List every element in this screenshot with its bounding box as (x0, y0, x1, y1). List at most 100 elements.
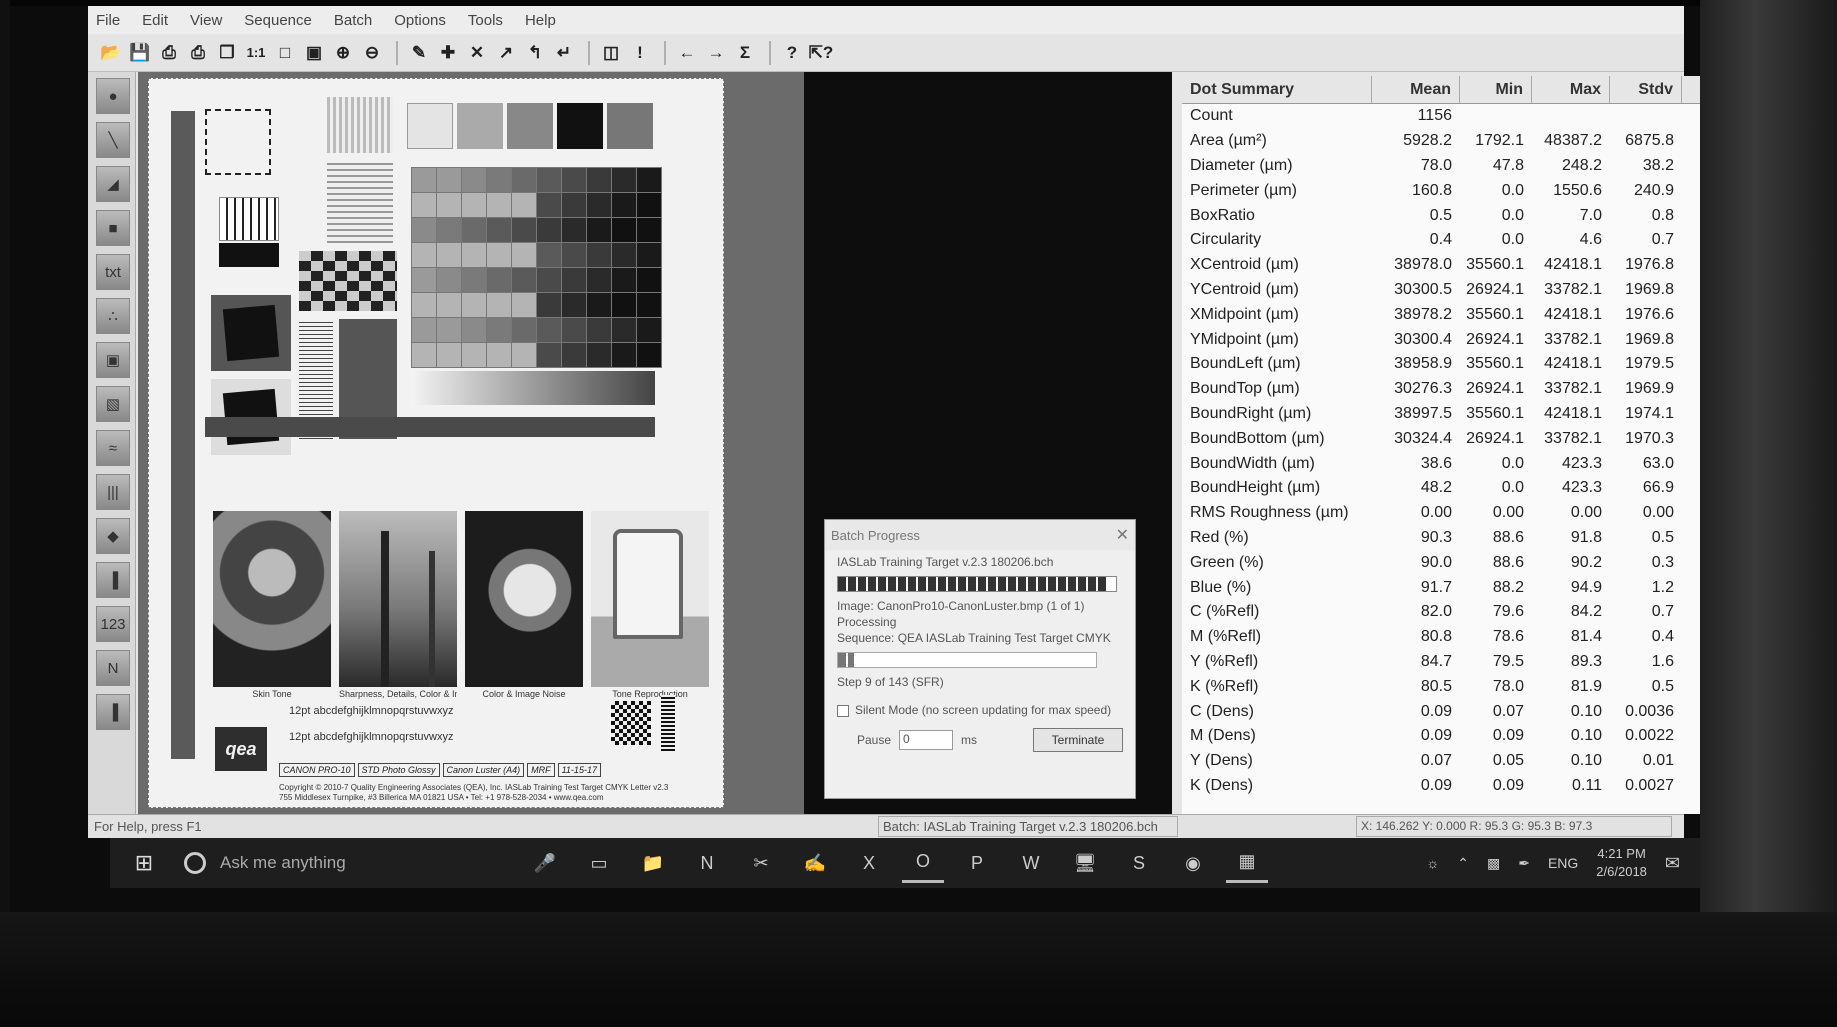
table-row[interactable]: C (Dens) 0.09 0.07 0.10 0.0036 (1182, 699, 1764, 724)
mic-icon[interactable]: 🎤 (524, 843, 566, 883)
properties-icon[interactable]: ◫ (598, 40, 624, 66)
header-stdv[interactable]: Stdv (1610, 76, 1682, 103)
pen-tray-icon[interactable]: ✒ (1518, 855, 1530, 872)
copy-icon[interactable]: ❐ (214, 40, 240, 66)
save-icon[interactable]: 💾 (127, 40, 153, 66)
notification-icon[interactable]: ✉ (1665, 853, 1680, 874)
chevron-up-icon[interactable]: ⌃ (1457, 855, 1469, 872)
line-tool-icon[interactable]: ╲ (96, 122, 130, 158)
header-mean[interactable]: Mean (1372, 76, 1460, 103)
dialog-titlebar[interactable]: Batch Progress ✕ (825, 520, 1135, 550)
clock[interactable]: 4:21 PM 2/6/2018 (1596, 845, 1647, 881)
table-row[interactable]: Y (%Refl) 84.7 79.5 89.3 1.6 (1182, 650, 1764, 675)
task-view-icon[interactable]: ▭ (578, 843, 620, 883)
word-icon[interactable]: W (1010, 843, 1052, 883)
help-icon[interactable]: ? (779, 40, 805, 66)
firefox-icon[interactable]: ◉ (1172, 843, 1214, 883)
tool-icon[interactable]: ↰ (522, 40, 548, 66)
menu-file[interactable]: File (96, 12, 120, 29)
table-row[interactable]: Perimeter (µm) 160.8 0.0 1550.6 240.9 (1182, 178, 1764, 203)
menu-help[interactable]: Help (525, 12, 556, 29)
close-icon[interactable]: ✕ (1116, 525, 1129, 545)
add-icon[interactable]: ✚ (435, 40, 461, 66)
column-tool-icon[interactable]: ▐ (96, 694, 130, 730)
edge-tool-icon[interactable]: ◢ (96, 166, 130, 202)
pause-input[interactable]: 0 (899, 730, 954, 750)
barcode-tool-icon[interactable]: ▐ (96, 562, 130, 598)
zoom-in-icon[interactable]: ⊕ (330, 40, 356, 66)
silent-mode-checkbox[interactable] (837, 704, 849, 717)
table-row[interactable]: Y (Dens) 0.07 0.05 0.10 0.01 (1182, 749, 1764, 774)
sum-icon[interactable]: Σ (732, 40, 758, 66)
tool2-icon[interactable]: ↵ (551, 40, 577, 66)
pen-icon[interactable]: ✍ (794, 843, 836, 883)
print-preview-icon[interactable]: ⎙ (156, 40, 182, 66)
table-row[interactable]: Area (µm²) 5928.2 1792.1 48387.2 6875.8 (1182, 129, 1764, 154)
actual-size-icon[interactable]: 1:1 (243, 40, 269, 66)
menu-batch[interactable]: Batch (334, 12, 372, 29)
table-row[interactable]: M (%Refl) 80.8 78.6 81.4 0.4 (1182, 625, 1764, 650)
fit-page-icon[interactable]: □ (272, 40, 298, 66)
table-row[interactable]: BoundTop (µm) 30276.3 26924.1 33782.1 1969.9 (1182, 377, 1764, 402)
dot-tool-icon[interactable]: ● (96, 78, 130, 114)
table-row[interactable]: YCentroid (µm) 30300.5 26924.1 33782.1 1969.… (1182, 278, 1764, 303)
context-help-icon[interactable]: ⇱? (808, 40, 834, 66)
language-indicator[interactable]: ENG (1548, 855, 1578, 871)
menu-edit[interactable]: Edit (142, 12, 168, 29)
table-row[interactable]: BoundLeft (µm) 38958.9 35560.1 42418.1 1979.… (1182, 352, 1764, 377)
bars-tool-icon[interactable]: ||| (96, 474, 130, 510)
publisher-icon[interactable]: P (956, 843, 998, 883)
rect-tool-icon[interactable]: ▣ (96, 342, 130, 378)
print-icon[interactable]: ⎙ (185, 40, 211, 66)
menu-options[interactable]: Options (394, 12, 446, 29)
square-tool-icon[interactable]: ◆ (96, 518, 130, 554)
table-row[interactable]: YMidpoint (µm) 30300.4 26924.1 33782.1 1969.… (1182, 327, 1764, 352)
table-row[interactable]: BoundHeight (µm) 48.2 0.0 423.3 66.9 (1182, 476, 1764, 501)
table-row[interactable]: Blue (%) 91.7 88.2 94.9 1.2 (1182, 575, 1764, 600)
back-icon[interactable]: ← (674, 40, 700, 66)
iaslab-icon[interactable]: ▦ (1226, 843, 1268, 883)
app-n-icon[interactable]: N (686, 843, 728, 883)
open-icon[interactable]: 📂 (98, 40, 124, 66)
menu-view[interactable]: View (190, 12, 222, 29)
dark-rect-tool-icon[interactable]: ▧ (96, 386, 130, 422)
header-min[interactable]: Min (1460, 76, 1532, 103)
header-max[interactable]: Max (1532, 76, 1610, 103)
delete-icon[interactable]: ✕ (464, 40, 490, 66)
table-row[interactable]: Diameter (µm) 78.0 47.8 248.2 38.2 (1182, 154, 1764, 179)
table-row[interactable]: RMS Roughness (µm) 0.00 0.00 0.00 0.00 (1182, 501, 1764, 526)
blob-tool-icon[interactable]: ∴ (96, 298, 130, 334)
arrow-icon[interactable]: ↗ (493, 40, 519, 66)
menu-sequence[interactable]: Sequence (244, 12, 312, 29)
table-row[interactable]: M (Dens) 0.09 0.09 0.10 0.0022 (1182, 724, 1764, 749)
table-row[interactable]: K (%Refl) 80.5 78.0 81.9 0.5 (1182, 674, 1764, 699)
outlook-icon[interactable]: O (902, 843, 944, 883)
terminate-button[interactable]: Terminate (1033, 728, 1123, 752)
fit-window-icon[interactable]: ▣ (301, 40, 327, 66)
header-dot-summary[interactable]: Dot Summary (1182, 76, 1372, 103)
cortana-search[interactable]: Ask me anything (184, 852, 524, 874)
table-row[interactable]: Red (%) 90.3 88.6 91.8 0.5 (1182, 526, 1764, 551)
wave-tool-icon[interactable]: ≈ (96, 430, 130, 466)
excel-icon[interactable]: X (848, 843, 890, 883)
windows-start-icon[interactable]: ⊞ (124, 843, 164, 883)
table-row[interactable]: Circularity 0.4 0.0 4.6 0.7 (1182, 228, 1764, 253)
table-row[interactable]: C (%Refl) 82.0 79.6 84.2 0.7 (1182, 600, 1764, 625)
table-row[interactable]: BoundBottom (µm) 30324.4 26924.1 33782.1 197… (1182, 426, 1764, 451)
s-app-icon[interactable]: S (1118, 843, 1160, 883)
table-row[interactable]: BoundRight (µm) 38997.5 35560.1 42418.1 1974… (1182, 402, 1764, 427)
n-tool-icon[interactable]: N (96, 650, 130, 686)
table-row[interactable]: XMidpoint (µm) 38978.2 35560.1 42418.1 1976.… (1182, 302, 1764, 327)
zoom-out-icon[interactable]: ⊖ (359, 40, 385, 66)
text-tool-icon[interactable]: txt (96, 254, 130, 290)
table-row[interactable]: K (Dens) 0.09 0.09 0.11 0.0027 (1182, 774, 1764, 799)
network-icon[interactable]: ▩ (1487, 855, 1500, 872)
area-tool-icon[interactable]: ■ (96, 210, 130, 246)
snip-icon[interactable]: ✂ (740, 843, 782, 883)
people-icon[interactable]: ☼ (1426, 855, 1439, 871)
table-row[interactable]: Count 1156 (1182, 104, 1764, 129)
table-row[interactable]: Green (%) 90.0 88.6 90.2 0.3 (1182, 550, 1764, 575)
monitor-icon[interactable]: 🖥 (1064, 843, 1106, 883)
measure-icon[interactable]: ✎ (406, 40, 432, 66)
alert-icon[interactable]: ! (627, 40, 653, 66)
